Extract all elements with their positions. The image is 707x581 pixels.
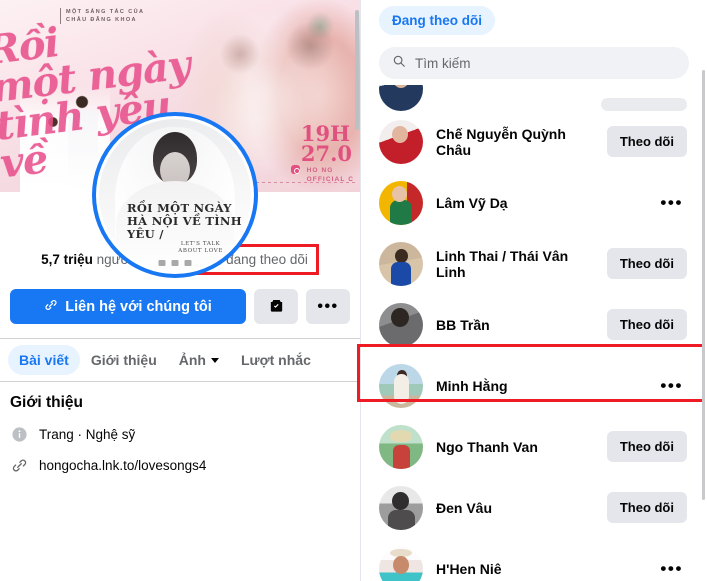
contact-us-button[interactable]: Liên hệ với chúng tôi: [10, 289, 246, 324]
following-panel: Đang theo dõi Chế Nguyễn Quỳnh Châu Theo…: [360, 0, 707, 581]
following-check-button[interactable]: [254, 289, 298, 324]
profile-action-row: Liên hệ với chúng tôi •••: [0, 289, 360, 324]
link-icon: [44, 298, 58, 316]
list-item[interactable]: Linh Thai / Thái Vân Linh Theo dõi: [361, 233, 707, 294]
list-item-label: Chế Nguyễn Quỳnh Châu: [436, 125, 566, 158]
list-item[interactable]: H'Hen Niê •••: [361, 538, 707, 581]
tab-about[interactable]: Giới thiệu: [80, 345, 168, 375]
search-wrapper: [361, 35, 707, 79]
about-section: Giới thiệu Trang · Nghệ sỹ hongocha.lnk.…: [0, 382, 360, 474]
avatar: [379, 546, 423, 581]
list-item-label: BB Trần: [436, 316, 490, 333]
tab-posts[interactable]: Bài viết: [8, 345, 80, 375]
avatar: [379, 85, 423, 111]
chevron-down-icon: [210, 357, 219, 363]
avatar: [379, 424, 423, 469]
avatar-poster-subtitle: LET'S TALK ABOUT LOVE: [178, 241, 223, 255]
avatar: [379, 241, 423, 286]
list-item[interactable]: BB Trần Theo dõi: [361, 294, 707, 355]
info-icon: [10, 425, 28, 443]
cover-date: 27.0: [300, 141, 352, 166]
avatar-poster-sub-line1: LET'S TALK: [180, 241, 221, 247]
tab-mentions[interactable]: Lượt nhắc: [230, 345, 322, 375]
followers-count: 5,7 triệu: [41, 252, 93, 267]
avatar-poster-title-line2: HÀ NỘI VỀ TÌNH YÊU /: [127, 214, 242, 241]
cover-showtime: 19H 27.0: [300, 123, 352, 166]
following-panel-header: Đang theo dõi: [361, 0, 707, 35]
list-item[interactable]: [361, 85, 707, 111]
avatar: [379, 302, 423, 347]
list-item[interactable]: Ngo Thanh Van Theo dõi: [361, 416, 707, 477]
follow-button[interactable]: Theo dõi: [606, 431, 687, 462]
list-item-highlighted[interactable]: Minh Hằng •••: [361, 355, 707, 416]
avatar: [379, 180, 423, 225]
tab-mentions-label: Lượt nhắc: [240, 352, 311, 368]
link-icon: [10, 456, 28, 474]
list-item-label: Ngo Thanh Van: [436, 438, 538, 455]
about-row-website[interactable]: hongocha.lnk.to/lovesongs4: [10, 456, 350, 474]
following-label: đang theo dõi: [226, 252, 308, 267]
search-icon: [392, 54, 406, 73]
profile-avatar[interactable]: RỒI MỘT NGÀY HÀ NỘI VỀ TÌNH YÊU / LET'S …: [92, 112, 258, 278]
follow-button[interactable]: Theo dõi: [606, 492, 687, 523]
list-item-label: H'Hen Niê: [436, 560, 502, 577]
profile-scrollbar[interactable]: [355, 10, 359, 130]
list-item[interactable]: Chế Nguyễn Quỳnh Châu Theo dõi: [361, 111, 707, 172]
search-input[interactable]: [415, 55, 676, 71]
more-horizontal-icon[interactable]: •••: [660, 194, 687, 211]
avatar: [379, 119, 423, 164]
avatar: [379, 363, 423, 408]
profile-avatar-image: RỒI MỘT NGÀY HÀ NỘI VỀ TÌNH YÊU / LET'S …: [99, 119, 251, 271]
more-horizontal-icon[interactable]: •••: [660, 560, 687, 577]
tab-about-label: Giới thiệu: [90, 352, 157, 368]
more-horizontal-icon: •••: [317, 297, 339, 315]
list-item-label: Đen Vâu: [436, 499, 493, 516]
about-category-text: Trang · Nghệ sỹ: [39, 426, 136, 442]
profile-tabs: Bài viết Giới thiệu Ảnh Lượt nhắc: [0, 339, 360, 381]
about-row-category: Trang · Nghệ sỹ: [10, 425, 350, 443]
list-item[interactable]: Đen Vâu Theo dõi: [361, 477, 707, 538]
contact-us-label: Liên hệ với chúng tôi: [65, 298, 212, 315]
profile-more-button[interactable]: •••: [306, 289, 350, 324]
follow-button[interactable]: Theo dõi: [606, 248, 687, 279]
follow-button[interactable]: Theo dõi: [606, 126, 687, 157]
tab-photos[interactable]: Ảnh: [168, 345, 230, 375]
following-check-icon: [268, 297, 285, 317]
cover-official-line1: HO NG: [306, 167, 334, 174]
list-item-label: Linh Thai / Thái Vân Linh: [436, 247, 569, 280]
following-list-scrollbar[interactable]: [702, 70, 705, 500]
avatar: [379, 485, 423, 530]
profile-panel: Một sáng tác của Châu Đăng Khoa Rồi một …: [0, 0, 360, 581]
instagram-icon: [291, 165, 300, 174]
list-item-label: Minh Hằng: [436, 377, 508, 394]
follow-button[interactable]: Theo dõi: [606, 309, 687, 340]
tab-following[interactable]: Đang theo dõi: [379, 6, 495, 35]
list-item-label: Lâm Vỹ Dạ: [436, 194, 508, 211]
screenshot-root: Một sáng tác của Châu Đăng Khoa Rồi một …: [0, 0, 707, 581]
loading-placeholder: [601, 98, 687, 111]
avatar-poster-title: RỒI MỘT NGÀY HÀ NỘI VỀ TÌNH YÊU /: [127, 202, 243, 241]
following-list: Chế Nguyễn Quỳnh Châu Theo dõi Lâm Vỹ Dạ…: [361, 85, 707, 581]
search-box[interactable]: [379, 47, 689, 79]
list-item[interactable]: Lâm Vỹ Dạ •••: [361, 172, 707, 233]
tab-photos-label: Ảnh: [178, 352, 206, 368]
tab-posts-label: Bài viết: [19, 352, 69, 368]
about-title: Giới thiệu: [10, 394, 84, 411]
more-horizontal-icon[interactable]: •••: [660, 377, 687, 394]
about-website-text: hongocha.lnk.to/lovesongs4: [39, 457, 207, 473]
avatar-poster-sub-line2: ABOUT LOVE: [178, 248, 223, 254]
avatar-sponsor-logos: [158, 260, 192, 266]
